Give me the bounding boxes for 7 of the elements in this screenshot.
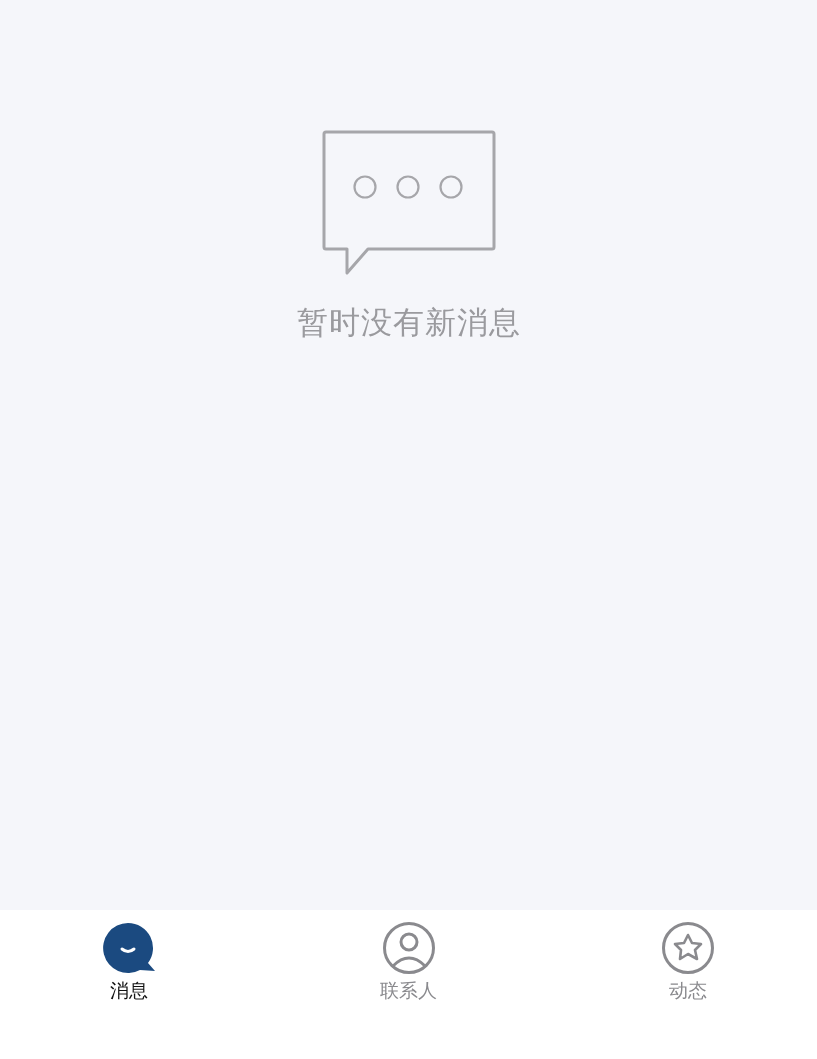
person-icon <box>382 922 435 974</box>
nav-tab[interactable]: 动态 <box>661 910 715 1059</box>
nav-tab[interactable]: 联系人 <box>381 910 436 1059</box>
nav-tab[interactable]: 消息 <box>102 910 156 1059</box>
empty-chat-icon <box>321 130 496 276</box>
empty-message: 暂时没有新消息 <box>296 303 521 342</box>
chat-bubble-icon <box>102 922 156 974</box>
